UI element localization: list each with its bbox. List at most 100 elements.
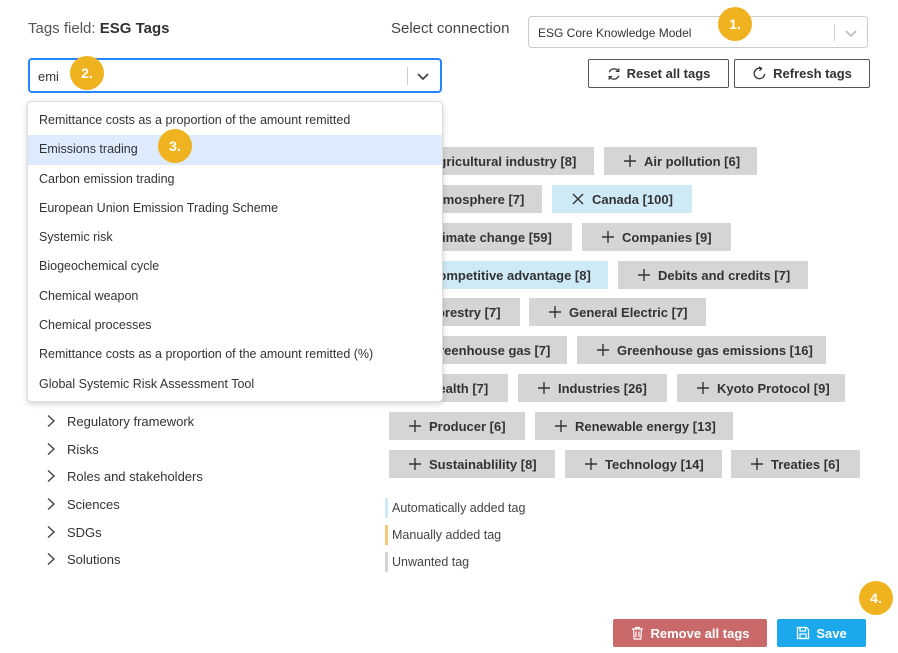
tag-industries[interactable]: Industries [26] <box>518 374 667 402</box>
reset-all-tags-button[interactable]: Reset all tags <box>588 59 729 88</box>
tree-item-risks[interactable]: Risks <box>44 439 99 459</box>
step-marker-4: 4. <box>859 581 893 615</box>
chevron-right-icon[interactable] <box>44 469 58 483</box>
plus-icon[interactable] <box>548 305 562 319</box>
plus-icon[interactable] <box>601 230 615 244</box>
tag-label: General Electric [7] <box>569 304 688 320</box>
plus-icon[interactable] <box>537 381 551 395</box>
dropdown-option[interactable]: Carbon emission trading <box>28 165 442 194</box>
tree-item-sdgs[interactable]: SDGs <box>44 522 102 542</box>
tag-label: Renewable energy [13] <box>575 418 716 434</box>
plus-icon[interactable] <box>750 457 764 471</box>
chevron-right-icon[interactable] <box>44 525 58 539</box>
tags-field-title: Tags field: ESG Tags <box>28 20 169 37</box>
connection-select[interactable]: ESG Core Knowledge Model <box>528 16 868 48</box>
dropdown-option[interactable]: European Union Emission Trading Scheme <box>28 194 442 223</box>
tree-item-label: Sciences <box>67 496 120 512</box>
dropdown-option[interactable]: Systemic risk <box>28 223 442 252</box>
plus-icon[interactable] <box>584 457 598 471</box>
plus-icon[interactable] <box>623 154 637 168</box>
legend-swatch <box>385 552 388 572</box>
tag-label: Kyoto Protocol [9] <box>717 380 830 396</box>
legend-unwanted: Unwanted tag <box>385 552 469 572</box>
close-icon[interactable] <box>571 192 585 206</box>
legend-swatch <box>385 498 388 518</box>
dropdown-option-highlighted[interactable]: Emissions trading <box>28 135 442 165</box>
plus-icon[interactable] <box>408 457 422 471</box>
tag-sustainablility[interactable]: Sustainablility [8] <box>389 450 555 478</box>
save-button[interactable]: Save <box>777 619 866 647</box>
remove-all-tags-label: Remove all tags <box>650 625 750 641</box>
tag-air-pollution[interactable]: Air pollution [6] <box>604 147 757 175</box>
refresh-tags-label: Refresh tags <box>773 66 852 81</box>
plus-icon[interactable] <box>637 268 651 282</box>
tag-general-electric[interactable]: General Electric [7] <box>529 298 706 326</box>
tag-producer[interactable]: Producer [6] <box>389 412 525 440</box>
tag-renewable-energy[interactable]: Renewable energy [13] <box>535 412 733 440</box>
tree-item-label: Roles and stakeholders <box>67 468 203 484</box>
tag-label: Greenhouse gas emissions [16] <box>617 342 813 358</box>
select-connection-label: Select connection <box>391 20 510 37</box>
tree-item-label: Solutions <box>67 551 121 567</box>
tree-item-label: Risks <box>67 441 99 457</box>
chevron-down-icon[interactable] <box>415 68 431 84</box>
dropdown-option[interactable]: Biogeochemical cycle <box>28 252 442 281</box>
tag-canada[interactable]: Canada [100] <box>552 185 692 213</box>
tag-label: Companies [9] <box>622 229 712 245</box>
tag-debits-and-credits[interactable]: Debits and credits [7] <box>618 261 808 289</box>
reset-icon <box>607 67 621 81</box>
tag-label: Sustainablility [8] <box>429 456 537 472</box>
plus-icon[interactable] <box>554 419 568 433</box>
tag-label: Technology [14] <box>605 456 704 472</box>
tree-item-roles-and-stakeholders[interactable]: Roles and stakeholders <box>44 466 203 486</box>
select-separator <box>834 24 835 41</box>
plus-icon[interactable] <box>696 381 710 395</box>
tree-item-solutions[interactable]: Solutions <box>44 549 120 569</box>
tag-label: Industries [26] <box>558 380 647 396</box>
remove-all-tags-button[interactable]: Remove all tags <box>613 619 767 647</box>
legend-manually-added: Manually added tag <box>385 525 501 545</box>
step-marker-2: 2. <box>70 56 104 90</box>
chevron-right-icon[interactable] <box>44 414 58 428</box>
dropdown-option[interactable]: Global Systemic Risk Assessment Tool <box>28 370 442 399</box>
plus-icon[interactable] <box>596 343 610 357</box>
plus-icon[interactable] <box>408 419 422 433</box>
tag-companies[interactable]: Companies [9] <box>582 223 731 251</box>
chevron-right-icon[interactable] <box>44 442 58 456</box>
chevron-down-icon[interactable] <box>843 25 859 41</box>
tag-label: Atmosphere [7] <box>429 191 525 207</box>
legend-label: Automatically added tag <box>392 501 526 515</box>
save-label: Save <box>816 625 847 641</box>
chevron-right-icon[interactable] <box>44 552 58 566</box>
dropdown-option[interactable]: Chemical processes <box>28 311 442 340</box>
tag-suggestions-dropdown: Remittance costs as a proportion of the … <box>27 101 443 402</box>
dropdown-option[interactable]: Remittance costs as a proportion of the … <box>28 106 442 135</box>
tag-label: Air pollution [6] <box>644 153 741 169</box>
trash-icon <box>631 626 644 640</box>
reset-all-tags-label: Reset all tags <box>626 66 711 81</box>
tag-label: Agricultural industry [8] <box>429 153 577 169</box>
tag-label: Debits and credits [7] <box>658 267 791 283</box>
chevron-right-icon[interactable] <box>44 497 58 511</box>
tag-greenhouse-gas-emissions[interactable]: Greenhouse gas emissions [16] <box>577 336 826 364</box>
legend-label: Manually added tag <box>392 528 502 542</box>
legend-label: Unwanted tag <box>392 555 470 569</box>
tag-label: Treaties [6] <box>771 456 840 472</box>
tag-label: Climate change [59] <box>429 229 552 245</box>
step-marker-3: 3. <box>158 129 192 163</box>
dropdown-option[interactable]: Remittance costs as a proportion of the … <box>28 340 442 369</box>
tree-item-label: SDGs <box>67 524 102 540</box>
tag-label: Producer [6] <box>429 418 506 434</box>
tag-technology[interactable]: Technology [14] <box>565 450 722 478</box>
legend-automatically-added: Automatically added tag <box>385 498 525 518</box>
legend-swatch <box>385 525 388 545</box>
tag-treaties[interactable]: Treaties [6] <box>731 450 860 478</box>
tree-item-sciences[interactable]: Sciences <box>44 494 120 514</box>
connection-select-value: ESG Core Knowledge Model <box>538 26 692 40</box>
tree-item-label: Regulatory framework <box>67 413 195 429</box>
tag-kyoto-protocol[interactable]: Kyoto Protocol [9] <box>677 374 845 402</box>
refresh-tags-button[interactable]: Refresh tags <box>734 59 870 88</box>
floppy-disk-icon <box>796 626 810 640</box>
tree-item-regulatory-framework[interactable]: Regulatory framework <box>44 411 194 431</box>
dropdown-option[interactable]: Chemical weapon <box>28 282 442 311</box>
